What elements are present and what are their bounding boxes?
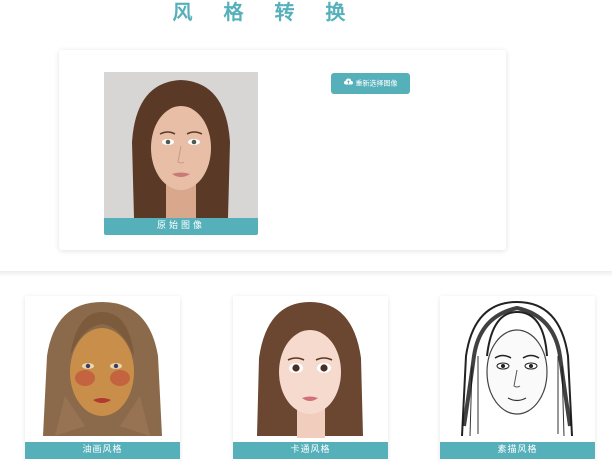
reselect-image-button[interactable]: 重新选择图像 (331, 73, 410, 94)
cartoon-image (233, 296, 388, 442)
reselect-image-label: 重新选择图像 (355, 79, 398, 88)
oil-painting-image (25, 296, 180, 442)
original-image-caption: 原始图像 (104, 218, 258, 235)
cloud-upload-icon (343, 73, 353, 94)
result-card-sketch: 素描风格 (440, 296, 595, 461)
cartoon-caption: 卡通风格 (233, 442, 388, 459)
oil-painting-caption: 油画风格 (25, 442, 180, 459)
sketch-caption: 素描风格 (440, 442, 595, 459)
upload-card: 原始图像 重新选择图像 (59, 50, 506, 250)
result-card-cartoon: 卡通风格 (233, 296, 388, 461)
sketch-image (440, 296, 595, 442)
section-divider (0, 271, 612, 277)
style-transfer-page: 风 格 转 换 原始图像 重新选择图像 油画风格 卡通风格 素描风格 (0, 0, 612, 461)
result-card-oil-painting: 油画风格 (25, 296, 180, 461)
page-title: 风 格 转 换 (172, 0, 358, 24)
original-image (104, 72, 258, 218)
